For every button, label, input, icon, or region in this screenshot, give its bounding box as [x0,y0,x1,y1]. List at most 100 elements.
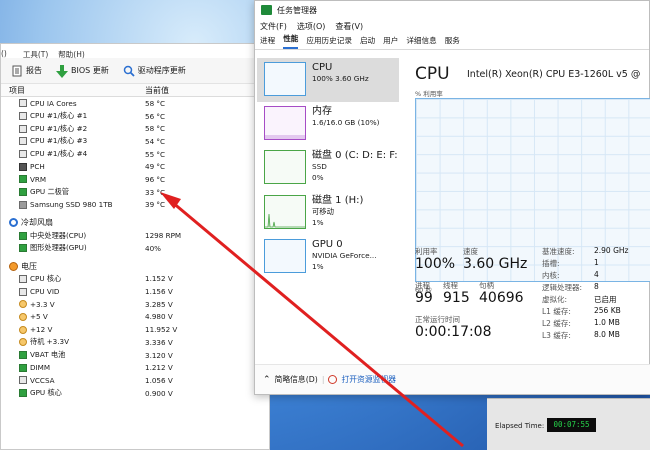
column-current-value[interactable]: 当前值 [145,84,169,96]
chevron-up-icon[interactable]: ⌃ [263,375,271,385]
tab-startup[interactable]: 启动 [360,35,375,49]
temperature-row[interactable]: Samsung SSD 980 1TB 39 °C [9,199,269,212]
vrm-icon [19,175,27,184]
open-resource-monitor-link[interactable]: 打开资源监视器 [341,374,396,385]
cpu-chip-icon [19,150,27,159]
temperature-row[interactable]: VRM 96 °C [9,173,269,186]
sensor-name-cell: VCCSA [9,376,145,385]
sensor-name-cell: 图形处理器(GPU) [9,243,145,253]
resource-monitor-icon [328,375,338,384]
cpu-spec-key: L3 缓存: [542,331,571,340]
temperature-row[interactable]: CPU IA Cores 58 °C [9,97,269,110]
sensor-table-header: 项目 当前值 [1,84,269,97]
voltage-row[interactable]: CPU 核心 1.152 V [9,273,269,286]
sensor-value: 1298 RPM [145,231,182,241]
performance-sidebar: CPU 100% 3.60 GHz 内存 1.6/16.0 GB (10%) 磁… [257,58,399,368]
voltage-row[interactable]: +3.3 V 3.285 V [9,298,269,311]
sidebar-memory-line1: 1.6/16.0 GB (10%) [312,118,380,127]
separator: | [321,375,325,384]
temperature-row[interactable]: CPU #1/核心 #4 55 °C [9,148,269,161]
temperature-row[interactable]: CPU #1/核心 #2 58 °C [9,122,269,135]
sidebar-item-disk1[interactable]: 磁盘 1 (H:) 可移动 1% [257,191,399,235]
cpu-spec-value: 1.0 MB [594,318,620,327]
sidebar-gpu-line1: NVIDIA GeForce... [312,251,377,260]
ssd-icon [19,200,27,209]
sensor-name: 待机 +3.3V [30,337,70,347]
sidebar-item-cpu[interactable]: CPU 100% 3.60 GHz [257,58,399,102]
voltage-section-header: 电压 [9,260,269,273]
voltage-row[interactable]: +5 V 4.980 V [9,311,269,324]
sensor-name: GPU 核心 [30,388,62,398]
sensor-menubar: () 工具(T) 帮助(H) [1,44,269,59]
voltage-row[interactable]: GPU 核心 0.900 V [9,387,269,400]
tab-app-history[interactable]: 应用历史记录 [306,35,352,49]
report-button[interactable]: 报告 [11,65,42,77]
menu-options[interactable]: 选项(O) [297,21,326,32]
tab-processes[interactable]: 进程 [260,35,275,49]
voltage-row[interactable]: +12 V 11.952 V [9,323,269,336]
disk1-thumbnail-graph [265,213,305,228]
voltage-row[interactable]: DIMM 1.212 V [9,361,269,374]
tab-performance[interactable]: 性能 [283,33,299,49]
cpu-spec-key: 插槽: [542,259,560,268]
cpu-chip-icon [19,287,27,296]
menu-item-tools[interactable]: 工具(T) [23,49,48,59]
menu-item-view[interactable]: () [1,49,7,58]
sensor-name-cell: CPU 核心 [9,274,145,284]
sensor-value: 49 °C [145,162,166,172]
sidebar-item-memory[interactable]: 内存 1.6/16.0 GB (10%) [257,102,399,146]
sidebar-item-gpu0[interactable]: GPU 0 NVIDIA GeForce... 1% [257,235,399,279]
sensor-value: 54 °C [145,136,166,146]
cpu-chip-icon [19,99,27,108]
report-icon [11,65,23,77]
cpu-chip-icon [19,112,27,121]
voltage-row[interactable]: 待机 +3.3V 3.336 V [9,336,269,349]
task-manager-app-icon [261,5,272,15]
cpu-chip-icon [19,274,27,283]
driver-update-button[interactable]: 驱动程序更新 [123,65,186,77]
voltage-row[interactable]: VCCSA 1.056 V [9,374,269,387]
sensor-name: +12 V [30,325,53,335]
voltage-row[interactable]: VBAT 电池 3.120 V [9,349,269,362]
temperature-row[interactable]: PCH 49 °C [9,160,269,173]
bios-update-button[interactable]: BIOS 更新 [56,64,109,78]
task-manager-window: 任务管理器 文件(F) 选项(O) 查看(V) 进程 性能 应用历史记录 启动 … [254,0,650,395]
cpu-chip-icon [19,137,27,146]
cpu-heading: CPU [415,64,450,84]
sensor-value: 55 °C [145,149,166,159]
title-bar[interactable]: 任务管理器 [255,1,649,19]
fan-row[interactable]: 图形处理器(GPU) 40% [9,242,269,255]
menu-file[interactable]: 文件(F) [260,21,287,32]
sensor-name-cell: Samsung SSD 980 1TB [9,200,145,209]
sensor-name-cell: CPU #1/核心 #2 [9,124,145,134]
menu-item-help[interactable]: 帮助(H) [58,49,85,59]
tab-services[interactable]: 服务 [445,35,460,49]
tab-users[interactable]: 用户 [383,35,398,49]
column-item[interactable]: 项目 [9,84,145,96]
sensor-value: 3.336 V [145,337,173,347]
sensor-name-cell: VRM [9,175,145,184]
tab-details[interactable]: 详细信息 [406,35,436,49]
sensor-name: VBAT 电池 [30,350,66,360]
sensor-name: +3.3 V [30,299,55,309]
sidebar-item-disk0[interactable]: 磁盘 0 (C: D: E: F: SSD 0% [257,146,399,190]
cpu-model-name: Intel(R) Xeon(R) CPU E3-1260L v5 @ [467,69,641,80]
temperature-row[interactable]: CPU #1/核心 #3 54 °C [9,135,269,148]
fan-row[interactable]: 中央处理器(CPU) 1298 RPM [9,229,269,242]
battery-icon [19,351,27,360]
sidebar-disk0-line1: SSD [312,162,327,171]
sensor-monitor-window: () 工具(T) 帮助(H) 报告 BIOS 更新 驱动程序更新 项目 当前值 … [0,43,270,450]
sensor-name-cell: 中央处理器(CPU) [9,231,145,241]
temperature-row[interactable]: CPU #1/核心 #1 56 °C [9,110,269,123]
sensor-name: CPU #1/核心 #3 [30,136,88,146]
threads-value: 915 [443,290,470,306]
menu-view[interactable]: 查看(V) [335,21,363,32]
temperature-row[interactable]: GPU 二极管 33 °C [9,186,269,199]
fewer-details-link[interactable]: 简略信息(D) [275,374,318,385]
sensor-name: CPU VID [30,287,60,297]
sidebar-disk0-title: 磁盘 0 (C: D: E: F: [312,150,398,161]
speed-value: 3.60 GHz [463,256,528,272]
voltage-row[interactable]: CPU VID 1.156 V [9,285,269,298]
cpu-spec-key: 内核: [542,271,560,280]
cpu-detail-panel: CPU Intel(R) Xeon(R) CPU E3-1260L v5 @ %… [411,58,650,363]
